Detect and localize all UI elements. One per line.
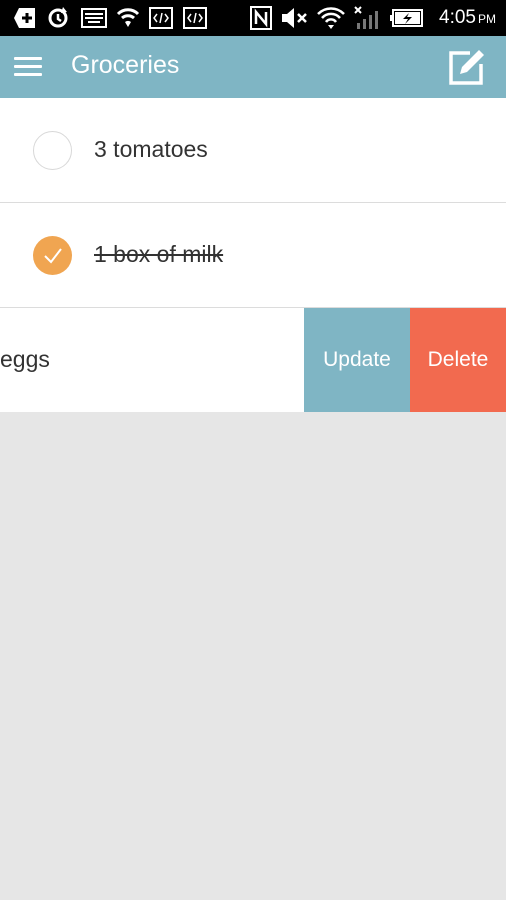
grocery-list: 3 tomatoes 1 box of milk eggs Update Del… [0, 98, 506, 412]
add-box-icon [12, 6, 38, 30]
checkbox-unchecked[interactable] [33, 131, 72, 170]
app-bar: Groceries [0, 36, 506, 98]
item-text: eggs [0, 346, 50, 372]
item-text: 1 box of milk [94, 241, 224, 267]
mute-icon [280, 6, 310, 30]
shield-wifi-icon [115, 6, 141, 30]
nfc-icon [249, 6, 273, 30]
wifi-icon [316, 6, 346, 30]
checkmark-icon [44, 248, 62, 264]
update-button[interactable]: Update [304, 308, 410, 412]
list-item[interactable]: 1 box of milk [0, 203, 506, 308]
code-icon [148, 6, 174, 30]
delete-button[interactable]: Delete [410, 308, 506, 412]
edit-icon[interactable] [448, 48, 488, 86]
battery-charging-icon [390, 6, 424, 30]
hamburger-menu-icon[interactable] [12, 52, 44, 82]
sync-icon [45, 6, 71, 30]
code-icon [182, 6, 208, 30]
status-time: 4:05 PM [439, 7, 496, 28]
page-title: Groceries [71, 51, 180, 79]
list-item[interactable]: 3 tomatoes [0, 98, 506, 203]
keyboard-icon [80, 6, 108, 30]
list-item-swiped[interactable]: eggs Update Delete [0, 308, 506, 412]
item-text: 3 tomatoes [94, 136, 208, 162]
no-signal-icon [352, 6, 382, 30]
status-bar: 4:05 PM [0, 0, 506, 36]
checkbox-checked[interactable] [33, 236, 72, 275]
